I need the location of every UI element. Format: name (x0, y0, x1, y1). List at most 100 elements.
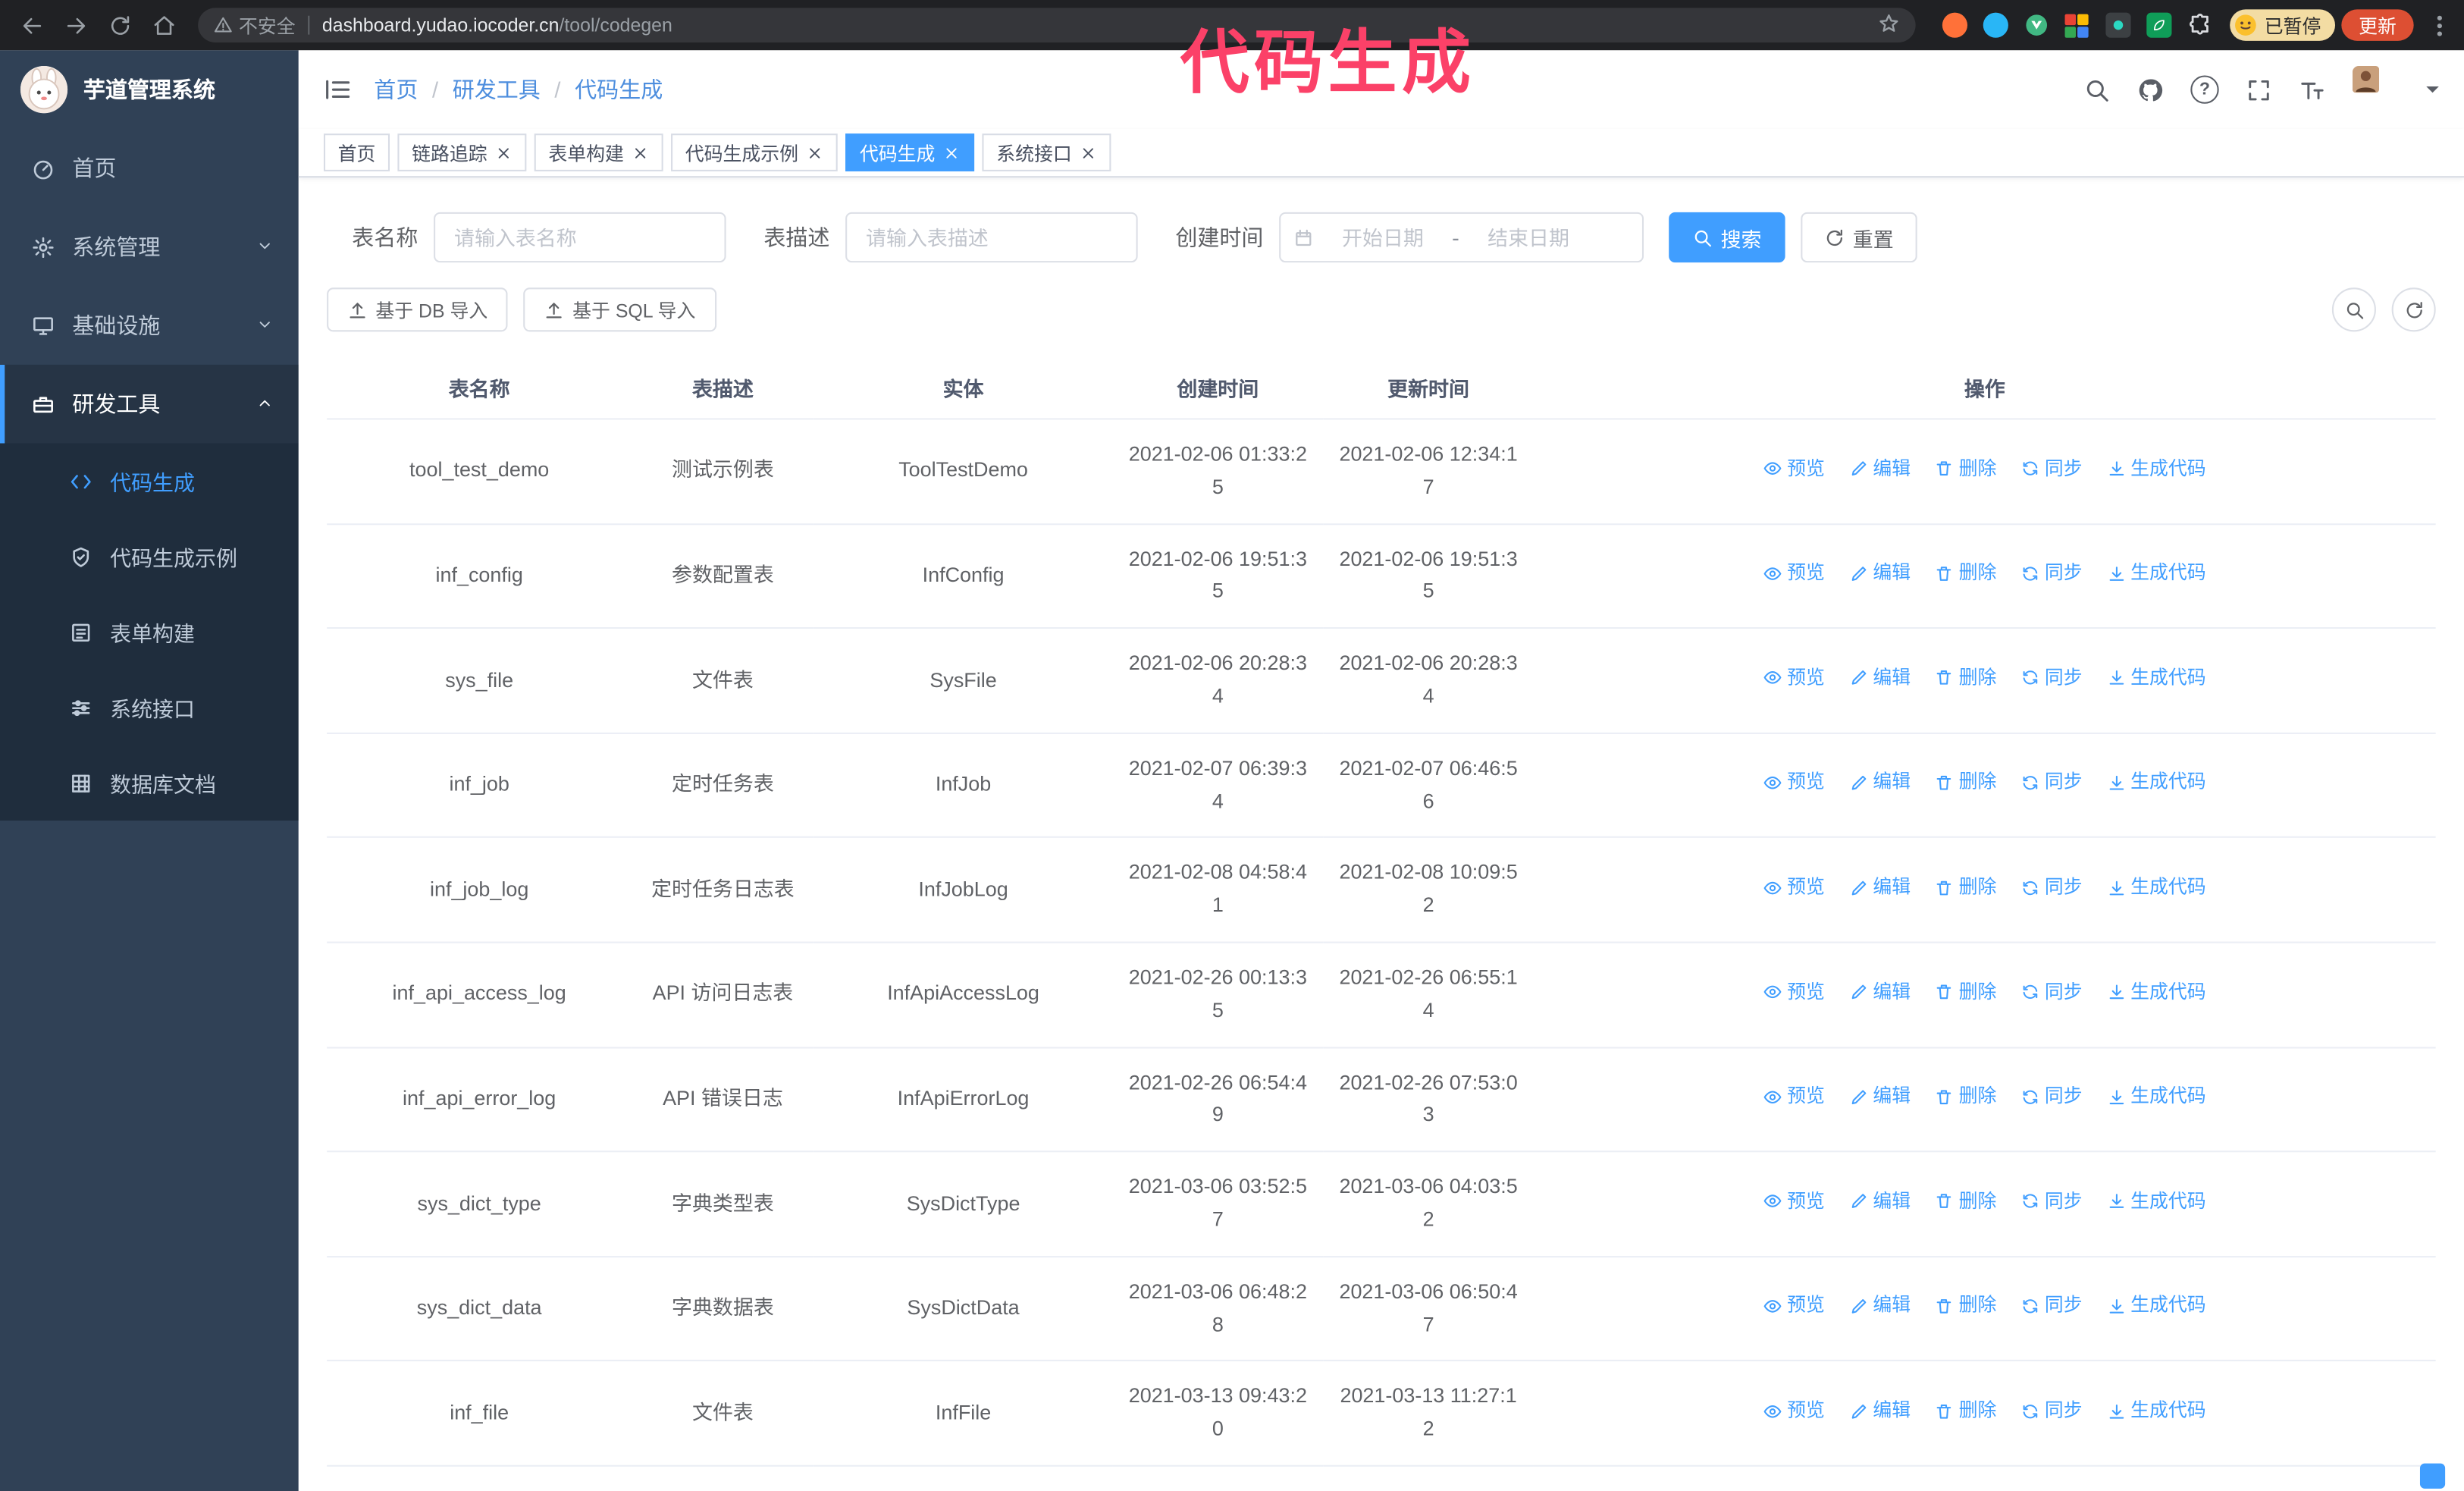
sidebar-item-codegen[interactable]: 代码生成 (0, 444, 299, 519)
puzzle-extension-icon[interactable] (2186, 11, 2214, 39)
table-desc-input[interactable] (845, 212, 1138, 263)
preview-link[interactable]: 预览 (1763, 558, 1825, 589)
home-button[interactable] (145, 6, 183, 44)
security-warning-icon[interactable]: 不安全 (214, 12, 296, 39)
edit-link[interactable]: 编辑 (1849, 663, 1911, 693)
leaf-extension-icon[interactable] (2145, 11, 2173, 39)
edit-link[interactable]: 编辑 (1849, 977, 1911, 1007)
vue-devtools-icon[interactable] (2023, 11, 2051, 39)
preview-link[interactable]: 预览 (1763, 1186, 1825, 1216)
generate-code-link[interactable]: 生成代码 (2107, 663, 2206, 693)
preview-link[interactable]: 预览 (1763, 1395, 1825, 1426)
profile-paused-chip[interactable]: 已暂停 (2230, 9, 2335, 41)
end-date-input[interactable] (1466, 224, 1591, 251)
close-icon[interactable] (495, 144, 513, 162)
delete-link[interactable]: 删除 (1935, 1395, 1996, 1426)
delete-link[interactable]: 删除 (1935, 977, 1996, 1007)
edit-link[interactable]: 编辑 (1849, 872, 1911, 902)
table-name-input[interactable] (434, 212, 726, 263)
generate-code-link[interactable]: 生成代码 (2107, 1081, 2206, 1112)
preview-link[interactable]: 预览 (1763, 1291, 1825, 1321)
sync-link[interactable]: 同步 (2021, 767, 2083, 798)
search-button[interactable]: 搜索 (1669, 212, 1785, 263)
fullscreen-icon[interactable] (2246, 77, 2272, 103)
generate-code-link[interactable]: 生成代码 (2107, 767, 2206, 798)
bookmark-star-icon[interactable] (1878, 12, 1900, 39)
edit-link[interactable]: 编辑 (1849, 767, 1911, 798)
delete-link[interactable]: 删除 (1935, 454, 1996, 484)
edit-link[interactable]: 编辑 (1849, 558, 1911, 589)
date-range-picker[interactable]: - (1279, 212, 1644, 263)
generate-code-link[interactable]: 生成代码 (2107, 1395, 2206, 1426)
droplet-extension-icon[interactable] (1982, 11, 2010, 39)
generate-code-link[interactable]: 生成代码 (2107, 977, 2206, 1007)
close-icon[interactable] (806, 144, 823, 162)
preview-link[interactable]: 预览 (1763, 977, 1825, 1007)
sidebar-item-codegen-demo[interactable]: 代码生成示例 (0, 519, 299, 594)
sync-link[interactable]: 同步 (2021, 454, 2083, 484)
generate-code-link[interactable]: 生成代码 (2107, 1291, 2206, 1321)
sidebar-collapse-icon[interactable] (324, 75, 352, 103)
generate-code-link[interactable]: 生成代码 (2107, 454, 2206, 484)
sync-link[interactable]: 同步 (2021, 977, 2083, 1007)
edit-link[interactable]: 编辑 (1849, 1291, 1911, 1321)
delete-link[interactable]: 删除 (1935, 663, 1996, 693)
address-bar[interactable]: 不安全 dashboard.yudao.iocoder.cn/tool/code… (198, 8, 1916, 42)
view-tab[interactable]: 首页 (323, 133, 390, 171)
generate-code-link[interactable]: 生成代码 (2107, 1186, 2206, 1216)
delete-link[interactable]: 删除 (1935, 872, 1996, 902)
preview-link[interactable]: 预览 (1763, 454, 1825, 484)
font-size-icon[interactable] (2299, 77, 2325, 103)
sync-link[interactable]: 同步 (2021, 872, 2083, 902)
sidebar-item-devtools[interactable]: 研发工具 (0, 364, 299, 444)
sidebar-item-api[interactable]: 系统接口 (0, 670, 299, 745)
sidebar-item-db-doc[interactable]: 数据库文档 (0, 745, 299, 820)
preview-link[interactable]: 预览 (1763, 767, 1825, 798)
delete-link[interactable]: 删除 (1935, 1291, 1996, 1321)
view-tab[interactable]: 代码生成示例 (671, 133, 838, 171)
start-date-input[interactable] (1320, 224, 1446, 251)
sidebar-item-form-builder[interactable]: 表单构建 (0, 594, 299, 669)
delete-link[interactable]: 删除 (1935, 1081, 1996, 1112)
logo-row[interactable]: 芋道管理系统 (0, 50, 299, 129)
sync-link[interactable]: 同步 (2021, 1291, 2083, 1321)
edit-link[interactable]: 编辑 (1849, 1081, 1911, 1112)
view-tab[interactable]: 链路追踪 (397, 133, 527, 171)
browser-menu-icon[interactable] (2426, 14, 2451, 36)
preview-link[interactable]: 预览 (1763, 663, 1825, 693)
float-button[interactable] (2419, 1463, 2446, 1489)
avatar[interactable] (2352, 66, 2400, 113)
edit-link[interactable]: 编辑 (1849, 454, 1911, 484)
back-button[interactable] (13, 6, 51, 44)
grid-extension-icon[interactable] (2063, 11, 2091, 39)
breadcrumb-devtools[interactable]: 研发工具 (453, 74, 541, 105)
sidebar-item-system[interactable]: 系统管理 (0, 208, 299, 287)
edit-link[interactable]: 编辑 (1849, 1395, 1911, 1426)
reload-button[interactable] (101, 6, 139, 44)
close-icon[interactable] (632, 144, 649, 162)
chevron-down-icon[interactable] (2426, 85, 2439, 99)
generate-code-link[interactable]: 生成代码 (2107, 872, 2206, 902)
view-tab[interactable]: 表单构建 (534, 133, 663, 171)
import-sql-button[interactable]: 基于 SQL 导入 (523, 287, 716, 332)
toggle-search-button[interactable] (2331, 287, 2376, 332)
refresh-table-button[interactable] (2391, 287, 2436, 332)
edit-link[interactable]: 编辑 (1849, 1186, 1911, 1216)
reset-button[interactable]: 重置 (1801, 212, 1917, 263)
sync-link[interactable]: 同步 (2021, 1395, 2083, 1426)
preview-link[interactable]: 预览 (1763, 1081, 1825, 1112)
delete-link[interactable]: 删除 (1935, 767, 1996, 798)
fox-extension-icon[interactable] (1941, 11, 1969, 39)
sync-link[interactable]: 同步 (2021, 663, 2083, 693)
help-icon[interactable]: ? (2190, 75, 2219, 104)
browser-update-button[interactable]: 更新 (2341, 9, 2414, 41)
sync-link[interactable]: 同步 (2021, 558, 2083, 589)
delete-link[interactable]: 删除 (1935, 558, 1996, 589)
breadcrumb-home[interactable]: 首页 (374, 74, 418, 105)
delete-link[interactable]: 删除 (1935, 1186, 1996, 1216)
preview-link[interactable]: 预览 (1763, 872, 1825, 902)
close-icon[interactable] (1080, 144, 1097, 162)
sidebar-item-infra[interactable]: 基础设施 (0, 286, 299, 365)
forward-button[interactable] (57, 6, 95, 44)
sync-link[interactable]: 同步 (2021, 1186, 2083, 1216)
